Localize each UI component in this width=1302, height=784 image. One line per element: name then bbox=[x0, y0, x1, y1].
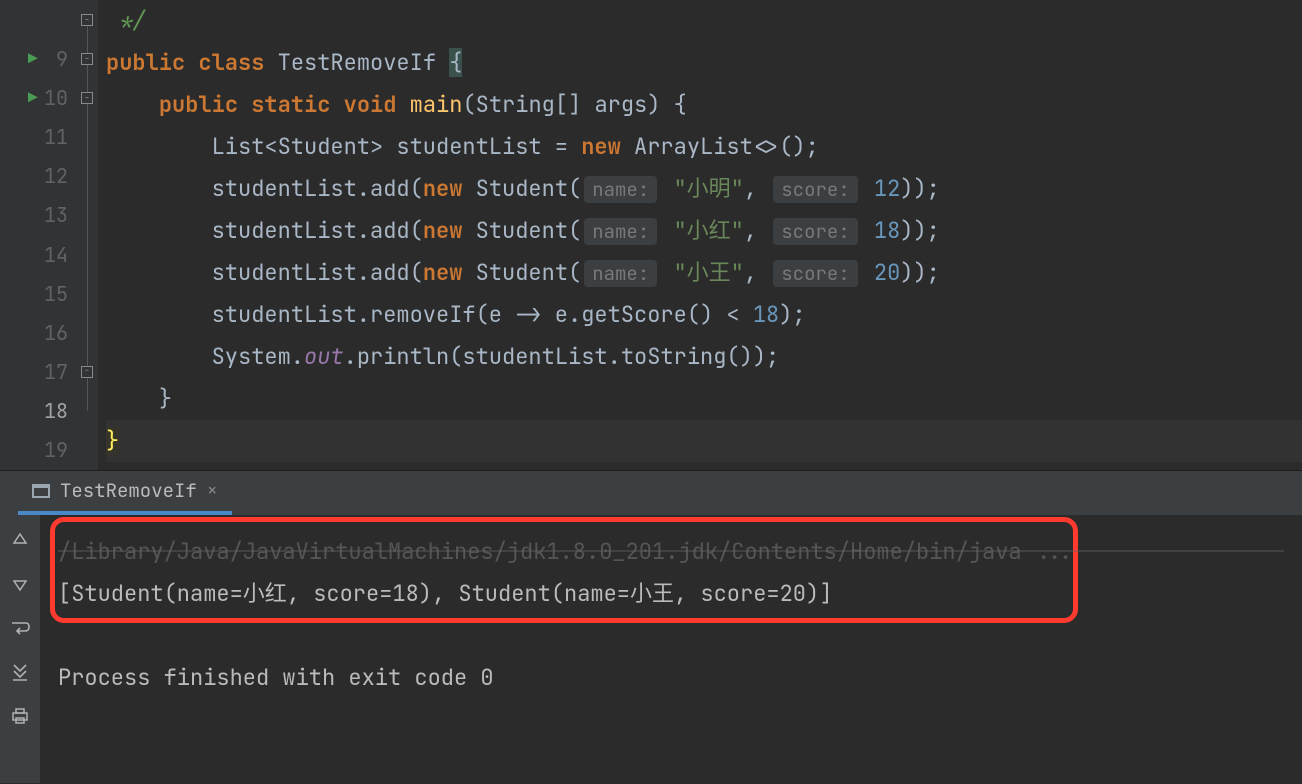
code-keyword: static bbox=[251, 90, 330, 119]
number-literal: 18 bbox=[753, 300, 779, 329]
code-token: studentList.removeIf(e -> e.getScore() < bbox=[212, 300, 753, 329]
fold-toggle-icon[interactable]: − bbox=[81, 53, 93, 65]
line-number: 14 bbox=[0, 235, 76, 274]
line-number-gutter: ▶ 9 ▶ 10 11 12 13 14 15 16 17 18 19 bbox=[0, 0, 76, 470]
close-tab-icon[interactable]: × bbox=[207, 479, 218, 502]
code-token: )); bbox=[900, 258, 940, 287]
run-gutter-icon[interactable]: ▶ bbox=[28, 48, 38, 69]
method-name: main bbox=[410, 90, 463, 119]
code-token: )); bbox=[900, 174, 940, 203]
line-number: ▶ 9 bbox=[0, 39, 76, 78]
print-icon[interactable] bbox=[9, 705, 31, 727]
code-keyword: void bbox=[344, 90, 397, 119]
line-number: ▶ 10 bbox=[0, 78, 76, 117]
code-token: ArrayList<>(); bbox=[621, 132, 819, 161]
fold-toggle-icon[interactable]: − bbox=[81, 14, 93, 26]
down-stack-icon[interactable] bbox=[9, 573, 31, 595]
code-token: studentList.add( bbox=[212, 258, 423, 287]
static-field: out bbox=[304, 342, 344, 371]
string-literal: "小明" bbox=[673, 174, 743, 203]
line-number bbox=[0, 0, 76, 39]
number-literal: 20 bbox=[874, 258, 900, 287]
java-command-line: /Library/Java/JavaVirtualMachines/jdk1.8… bbox=[58, 531, 1284, 573]
stdout-line: [Student(name=小红, score=18), Student(nam… bbox=[58, 573, 1284, 615]
code-token: Student( bbox=[462, 258, 581, 287]
number-literal: 12 bbox=[874, 174, 900, 203]
console-output[interactable]: /Library/Java/JavaVirtualMachines/jdk1.8… bbox=[40, 515, 1302, 783]
code-token: Student( bbox=[462, 216, 581, 245]
code-token: (String[] args) { bbox=[462, 90, 686, 119]
scroll-to-end-icon[interactable] bbox=[9, 661, 31, 683]
line-number: 12 bbox=[0, 157, 76, 196]
brace: } bbox=[106, 426, 119, 455]
param-hint: name: bbox=[584, 176, 657, 203]
console-toolbar bbox=[0, 515, 40, 783]
param-hint: score: bbox=[773, 176, 857, 203]
line-number: 17 bbox=[0, 353, 76, 392]
string-literal: "小红" bbox=[673, 216, 743, 245]
code-token: List<Student> studentList = bbox=[212, 132, 582, 161]
code-keyword: new bbox=[581, 132, 621, 161]
code-token: Student( bbox=[462, 174, 581, 203]
run-config-tab[interactable]: TestRemoveIf × bbox=[18, 470, 232, 515]
string-literal: "小王" bbox=[673, 258, 743, 287]
soft-wrap-icon[interactable] bbox=[9, 617, 31, 639]
run-gutter-icon[interactable]: ▶ bbox=[28, 87, 38, 108]
line-number: 11 bbox=[0, 118, 76, 157]
brace: } bbox=[159, 384, 172, 413]
param-hint: name: bbox=[584, 260, 657, 287]
run-tool-window: TestRemoveIf × /Library/Java/JavaVirtual bbox=[0, 470, 1302, 783]
fold-toggle-icon[interactable]: ⌃ bbox=[81, 366, 93, 378]
code-token: System. bbox=[212, 342, 304, 371]
code-keyword: public bbox=[159, 90, 238, 119]
code-keyword: class bbox=[198, 48, 264, 77]
line-number: 15 bbox=[0, 274, 76, 313]
code-token: studentList.add( bbox=[212, 174, 423, 203]
code-token: studentList.add( bbox=[212, 216, 423, 245]
code-content[interactable]: */ public class TestRemoveIf { public st… bbox=[98, 0, 1302, 470]
line-number: 16 bbox=[0, 313, 76, 352]
application-icon bbox=[32, 484, 50, 498]
code-keyword: public bbox=[106, 48, 185, 77]
line-number: 18 bbox=[0, 392, 76, 431]
tab-label: TestRemoveIf bbox=[60, 478, 197, 503]
code-keyword: new bbox=[423, 258, 463, 287]
code-token: .println(studentList.toString()); bbox=[344, 342, 780, 371]
param-hint: score: bbox=[773, 260, 857, 287]
exit-code-line: Process finished with exit code 0 bbox=[58, 657, 1284, 699]
param-hint: score: bbox=[773, 218, 857, 245]
code-keyword: new bbox=[423, 216, 463, 245]
line-number: 13 bbox=[0, 196, 76, 235]
code-editor[interactable]: ▶ 9 ▶ 10 11 12 13 14 15 16 17 18 19 − − … bbox=[0, 0, 1302, 470]
code-token: */ bbox=[119, 6, 145, 35]
code-keyword: new bbox=[423, 174, 463, 203]
fold-toggle-icon[interactable]: − bbox=[81, 92, 93, 104]
code-token: ); bbox=[779, 300, 805, 329]
number-literal: 18 bbox=[874, 216, 900, 245]
class-name: TestRemoveIf bbox=[278, 48, 436, 77]
fold-column: − − − ⌃ bbox=[76, 0, 98, 470]
param-hint: name: bbox=[584, 218, 657, 245]
line-number: 19 bbox=[0, 431, 76, 470]
code-token: )); bbox=[900, 216, 940, 245]
up-stack-icon[interactable] bbox=[9, 529, 31, 551]
brace: { bbox=[449, 48, 462, 77]
